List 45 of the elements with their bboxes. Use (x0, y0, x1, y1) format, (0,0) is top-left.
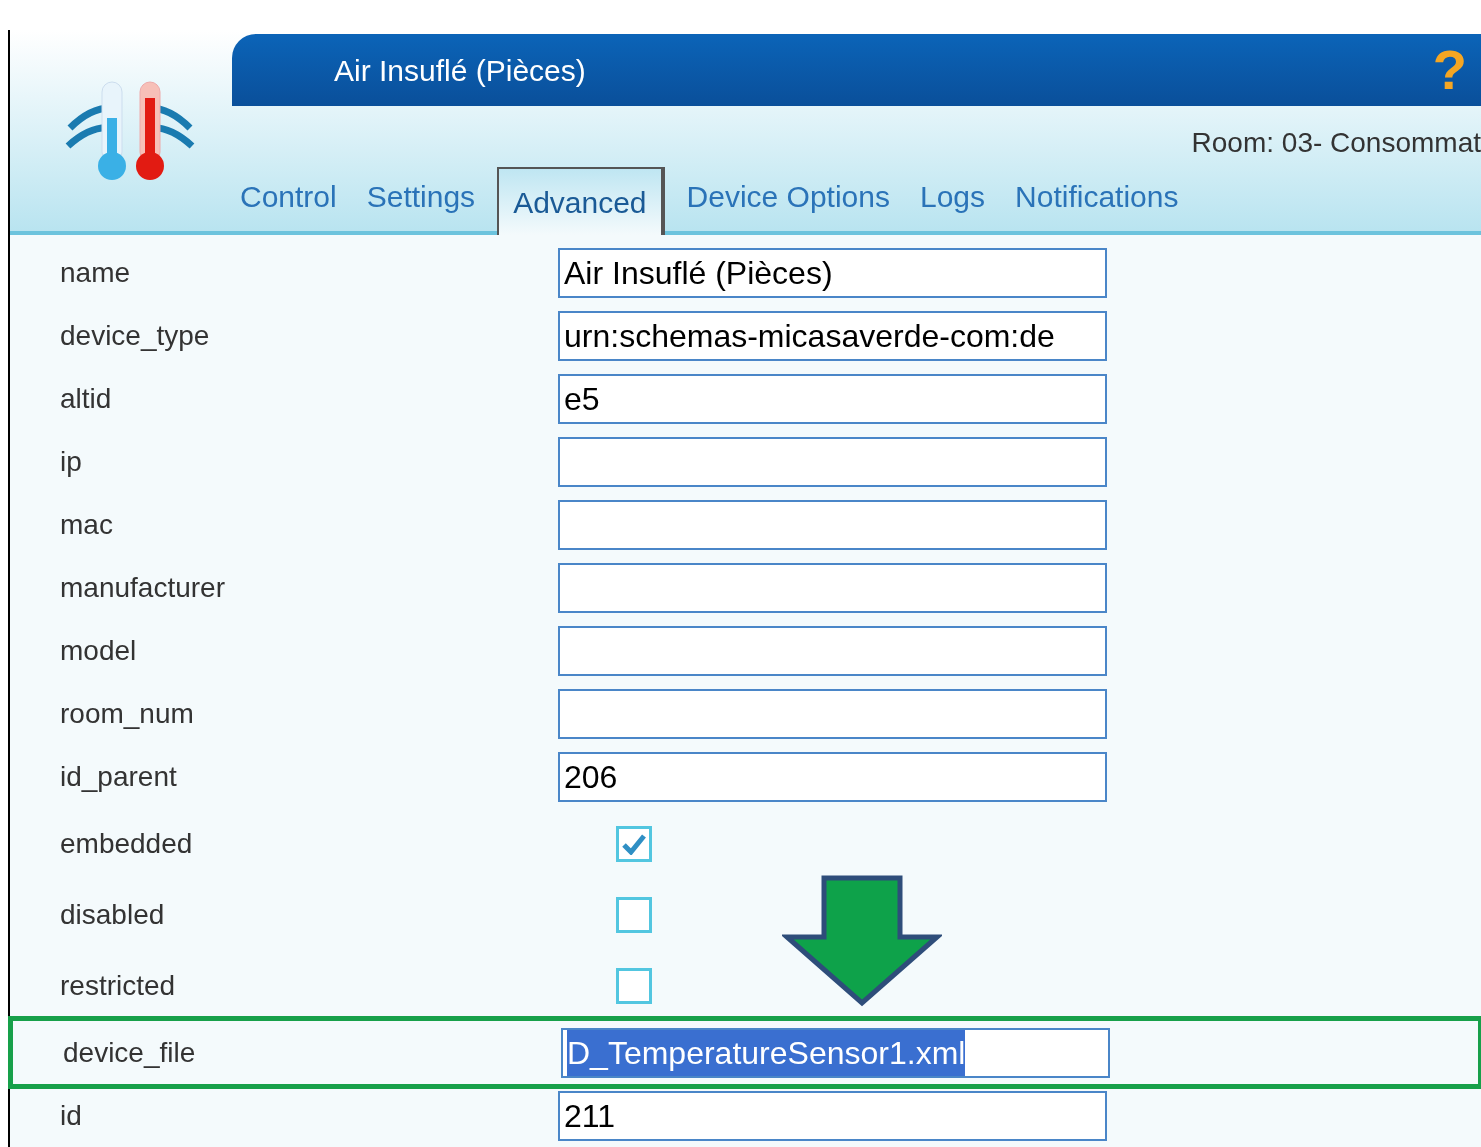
field-value: 206 (564, 757, 618, 797)
field-label: device_type (59, 318, 211, 353)
input-field[interactable] (558, 562, 1107, 613)
field-value: e5 (564, 379, 600, 419)
input-field[interactable]: e5 (558, 373, 1107, 424)
tab[interactable]: Settings (358, 167, 484, 225)
field-label: room_num (59, 696, 195, 731)
tab[interactable]: Logs (912, 167, 994, 225)
field-label: device_file (62, 1035, 197, 1070)
room-label: Room: 03- Consommat (1191, 126, 1481, 160)
field-label: manufacturer (59, 570, 226, 605)
tab[interactable]: Device Options (678, 167, 898, 225)
field-label: model (59, 633, 138, 668)
input-field[interactable]: Air Insuflé (Pièces) (558, 247, 1107, 298)
input-field[interactable]: 206 (558, 751, 1107, 802)
window-title: Air Insuflé (Pièces) (334, 52, 586, 89)
field-value: D_TemperatureSensor1.xml (567, 1029, 966, 1076)
checkbox[interactable] (616, 967, 652, 1004)
field-label: id_parent (59, 759, 178, 794)
input-field[interactable] (558, 625, 1107, 676)
field-label: altid (59, 381, 113, 416)
input-field[interactable]: urn:schemas-micasaverde-com:de (558, 310, 1107, 361)
field-value: Air Insuflé (Pièces) (564, 253, 833, 293)
input-field[interactable] (558, 436, 1107, 487)
checkbox[interactable] (616, 896, 652, 933)
field-label: id (59, 1098, 83, 1133)
tab[interactable]: Notifications (1007, 167, 1187, 225)
field-label: ip (59, 444, 83, 479)
field-label: disabled (59, 897, 166, 932)
input-field[interactable]: 211 (558, 1090, 1107, 1141)
field-label: restricted (59, 968, 177, 1003)
field-value: 211 (564, 1096, 615, 1136)
help-button[interactable]: ? (1432, 42, 1467, 98)
field-label: embedded (59, 826, 194, 861)
tab[interactable]: Control (232, 167, 345, 225)
field-label: name (59, 255, 132, 290)
checkbox[interactable] (616, 825, 652, 862)
input-field[interactable] (558, 499, 1107, 550)
field-value: urn:schemas-micasaverde-com:de (564, 316, 1055, 356)
input-field[interactable] (558, 688, 1107, 739)
checkmark-icon (621, 832, 647, 855)
down-arrow-icon (782, 875, 942, 1007)
tab[interactable]: Advanced (497, 167, 665, 235)
field-label: mac (59, 507, 114, 542)
input-field[interactable]: D_TemperatureSensor1.xml (561, 1027, 1110, 1078)
